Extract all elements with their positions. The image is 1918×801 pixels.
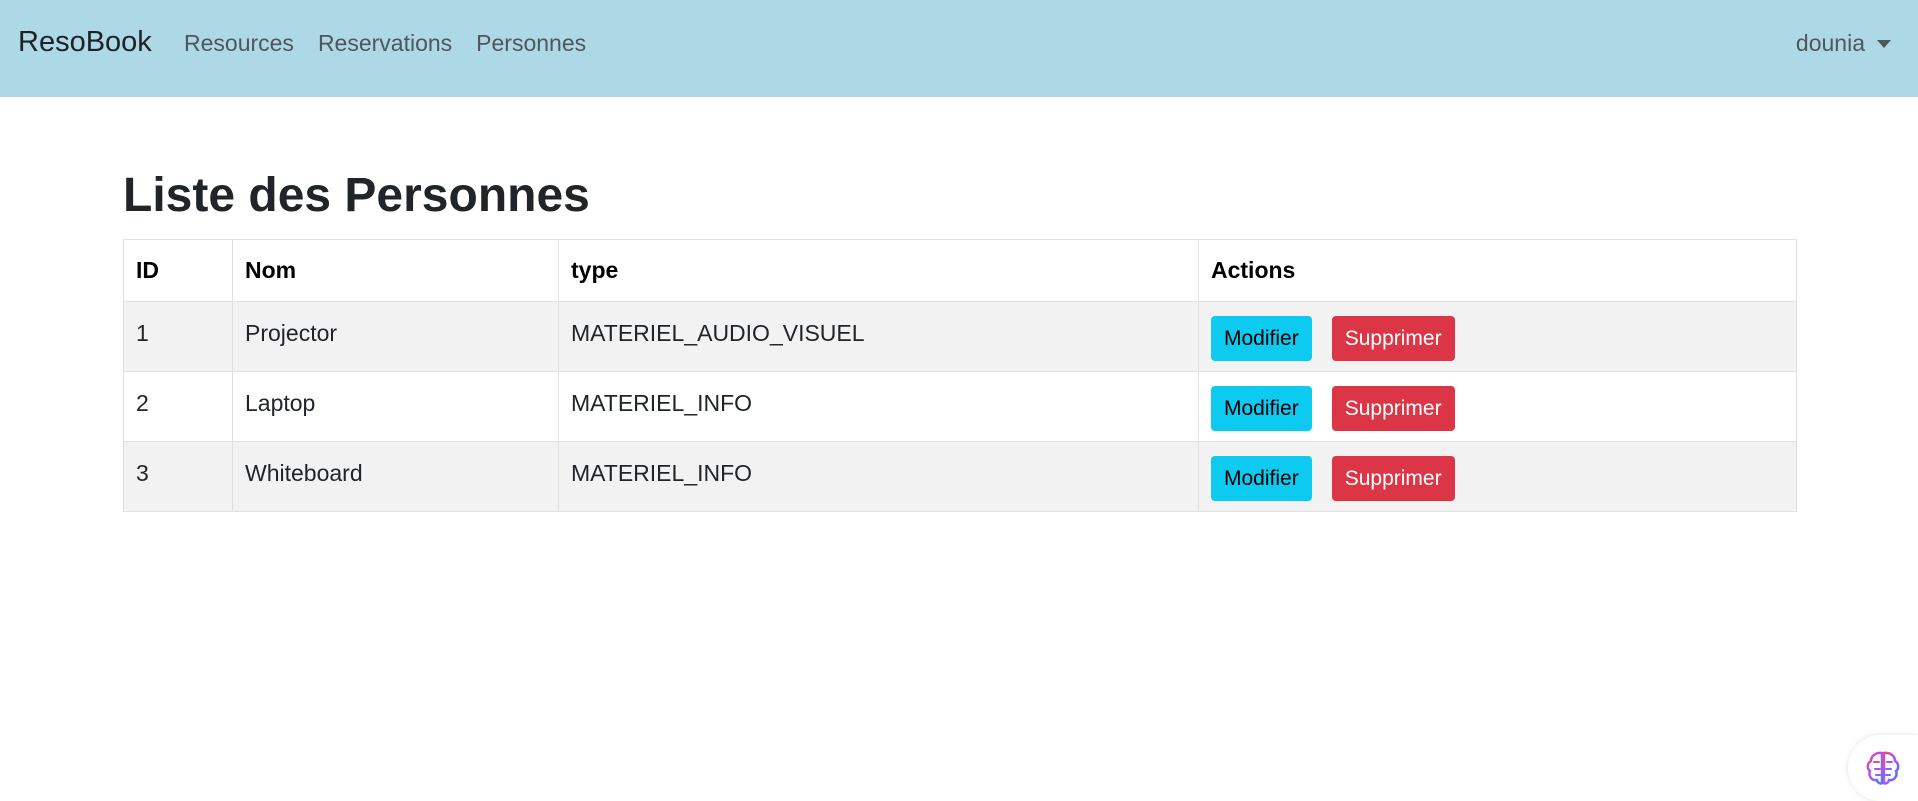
cell-type: MATERIEL_INFO bbox=[558, 371, 1199, 442]
cell-id: 1 bbox=[123, 301, 233, 372]
header-type: type bbox=[558, 239, 1199, 302]
cell-id-text: 1 bbox=[136, 320, 149, 346]
cell-type-text: MATERIEL_AUDIO_VISUEL bbox=[571, 320, 865, 346]
cell-id: 2 bbox=[123, 371, 233, 442]
nav-links: Resources Reservations Personnes bbox=[184, 30, 610, 57]
cell-nom: Projector bbox=[232, 301, 559, 372]
table-row: 3 Whiteboard MATERIEL_INFO Modifier Suppr… bbox=[123, 441, 1797, 512]
cell-type: MATERIEL_INFO bbox=[558, 441, 1199, 512]
cell-nom-text: Projector bbox=[245, 320, 338, 346]
modifier-button[interactable]: Modifier bbox=[1211, 456, 1312, 501]
supprimer-button[interactable]: Supprimer bbox=[1331, 316, 1455, 361]
brand-link[interactable]: ResoBook bbox=[18, 26, 152, 59]
nav-link-personnes[interactable]: Personnes bbox=[476, 30, 586, 57]
cell-type-text: MATERIEL_INFO bbox=[571, 460, 753, 486]
cell-actions: Modifier Supprimer bbox=[1198, 301, 1797, 372]
header-nom: Nom bbox=[232, 239, 559, 302]
caret-down-icon bbox=[1877, 39, 1891, 48]
user-dropdown[interactable]: dounia bbox=[1796, 30, 1891, 57]
people-table: ID Nom type Actions 1 Projector MATERIEL… bbox=[123, 239, 1797, 512]
brain-icon bbox=[1866, 751, 1900, 785]
user-name: dounia bbox=[1795, 30, 1865, 56]
cell-nom-text: Whiteboard bbox=[245, 460, 363, 486]
cell-nom-text: Laptop bbox=[245, 390, 316, 416]
table-row: 1 Projector MATERIEL_AUDIO_VISUEL Modifi… bbox=[123, 301, 1797, 372]
page-title: Liste des Personnes bbox=[123, 169, 590, 222]
nav-link-resources[interactable]: Resources bbox=[184, 30, 294, 57]
modifier-button[interactable]: Modifier bbox=[1211, 316, 1312, 361]
cell-id-text: 2 bbox=[136, 390, 149, 416]
cell-type: MATERIEL_AUDIO_VISUEL bbox=[558, 301, 1199, 372]
cell-id-text: 3 bbox=[136, 460, 149, 486]
cell-actions: Modifier Supprimer bbox=[1198, 441, 1797, 512]
header-id: ID bbox=[123, 239, 233, 302]
nav-link-reservations[interactable]: Reservations bbox=[318, 30, 452, 57]
cell-nom: Laptop bbox=[232, 371, 559, 442]
cell-type-text: MATERIEL_INFO bbox=[571, 390, 753, 416]
cell-nom: Whiteboard bbox=[232, 441, 559, 512]
modifier-button[interactable]: Modifier bbox=[1211, 386, 1312, 431]
supprimer-button[interactable]: Supprimer bbox=[1331, 386, 1455, 431]
cell-id: 3 bbox=[123, 441, 233, 512]
supprimer-button[interactable]: Supprimer bbox=[1331, 456, 1455, 501]
table-row: 2 Laptop MATERIEL_INFO Modifier Supprimer bbox=[123, 371, 1797, 442]
cell-actions: Modifier Supprimer bbox=[1198, 371, 1797, 442]
table-header-row: ID Nom type Actions bbox=[123, 239, 1797, 302]
header-actions: Actions bbox=[1198, 239, 1797, 302]
assistant-button[interactable] bbox=[1848, 735, 1918, 801]
top-navbar: ResoBook Resources Reservations Personne… bbox=[0, 0, 1918, 97]
